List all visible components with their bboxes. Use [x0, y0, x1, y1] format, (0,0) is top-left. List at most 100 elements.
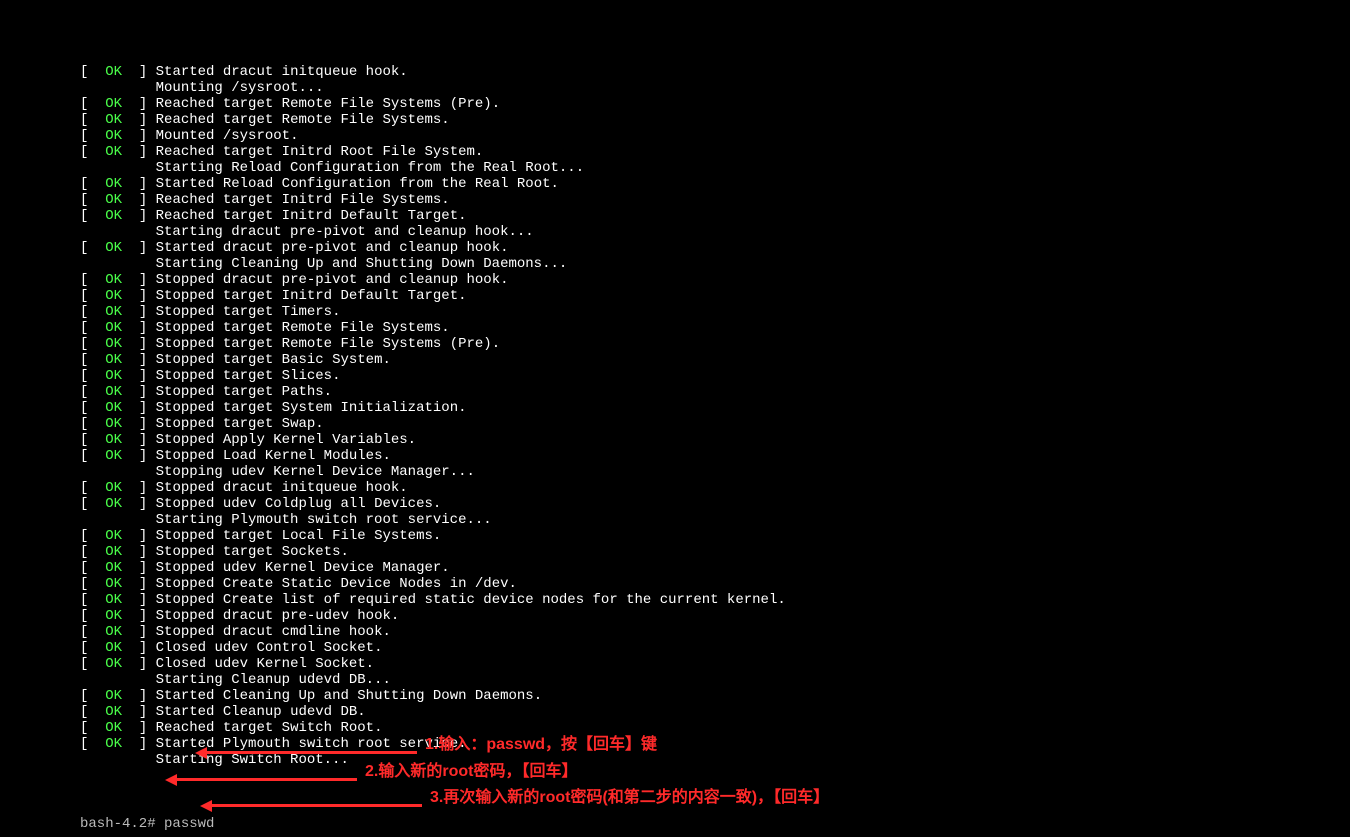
boot-message: Stopped target Swap. [156, 416, 324, 432]
boot-message: Stopped target System Initialization. [156, 400, 467, 416]
ok-status: OK [105, 208, 122, 224]
boot-message: Started dracut initqueue hook. [156, 64, 408, 80]
boot-message: Starting Cleaning Up and Shutting Down D… [156, 256, 568, 272]
boot-message: Stopped target Remote File Systems (Pre)… [156, 336, 500, 352]
boot-message: Stopped Load Kernel Modules. [156, 448, 391, 464]
ok-status: OK [105, 592, 122, 608]
ok-status: OK [105, 416, 122, 432]
ok-status: OK [105, 704, 122, 720]
boot-message: Stopped Create list of required static d… [156, 592, 786, 608]
boot-line: Starting Plymouth switch root service... [80, 512, 1350, 528]
shell-command: passwd [164, 816, 214, 832]
boot-line: [ OK ] Stopped dracut pre-udev hook. [80, 608, 1350, 624]
ok-status: OK [105, 656, 122, 672]
boot-message: Stopped Create Static Device Nodes in /d… [156, 576, 517, 592]
boot-message: Stopped target Initrd Default Target. [156, 288, 467, 304]
boot-message: Reached target Initrd Root File System. [156, 144, 484, 160]
ok-status: OK [105, 240, 122, 256]
boot-line: Mounting /sysroot... [80, 80, 1350, 96]
ok-status: OK [105, 288, 122, 304]
boot-message: Stopped target Basic System. [156, 352, 391, 368]
ok-status: OK [105, 624, 122, 640]
boot-line: [ OK ] Stopped target Local File Systems… [80, 528, 1350, 544]
boot-line: Starting Reload Configuration from the R… [80, 160, 1350, 176]
boot-line: [ OK ] Started dracut initqueue hook. [80, 64, 1350, 80]
ok-status: OK [105, 528, 122, 544]
ok-status: OK [105, 400, 122, 416]
boot-message: Starting dracut pre-pivot and cleanup ho… [156, 224, 534, 240]
boot-message: Starting Cleanup udevd DB... [156, 672, 391, 688]
ok-status: OK [105, 384, 122, 400]
ok-status: OK [105, 480, 122, 496]
ok-status: OK [105, 720, 122, 736]
boot-message: Starting Reload Configuration from the R… [156, 160, 584, 176]
boot-line: [ OK ] Started Cleaning Up and Shutting … [80, 688, 1350, 704]
boot-message: Closed udev Kernel Socket. [156, 656, 374, 672]
boot-line: [ OK ] Stopped udev Coldplug all Devices… [80, 496, 1350, 512]
boot-message: Reached target Initrd Default Target. [156, 208, 467, 224]
boot-line: Starting Cleaning Up and Shutting Down D… [80, 256, 1350, 272]
boot-message: Starting Plymouth switch root service... [156, 512, 492, 528]
boot-message: Stopped dracut initqueue hook. [156, 480, 408, 496]
boot-line: [ OK ] Stopped Load Kernel Modules. [80, 448, 1350, 464]
boot-line: [ OK ] Stopped target Remote File System… [80, 336, 1350, 352]
shell-ps1: bash-4.2# [80, 816, 156, 832]
boot-line: Starting Switch Root... [80, 752, 1350, 768]
ok-status: OK [105, 608, 122, 624]
boot-line: [ OK ] Stopped dracut cmdline hook. [80, 624, 1350, 640]
ok-status: OK [105, 144, 122, 160]
boot-message: Started Cleanup udevd DB. [156, 704, 366, 720]
boot-line: [ OK ] Stopped Apply Kernel Variables. [80, 432, 1350, 448]
boot-message: Stopped target Slices. [156, 368, 341, 384]
boot-message: Started Reload Configuration from the Re… [156, 176, 559, 192]
boot-line: [ OK ] Stopped target Remote File System… [80, 320, 1350, 336]
ok-status: OK [105, 352, 122, 368]
boot-line: [ OK ] Started Cleanup udevd DB. [80, 704, 1350, 720]
boot-line: [ OK ] Stopped target Timers. [80, 304, 1350, 320]
boot-message: Stopped dracut pre-pivot and cleanup hoo… [156, 272, 509, 288]
boot-message: Mounting /sysroot... [156, 80, 324, 96]
ok-status: OK [105, 432, 122, 448]
ok-status: OK [105, 272, 122, 288]
boot-line: Starting dracut pre-pivot and cleanup ho… [80, 224, 1350, 240]
boot-line: [ OK ] Started Plymouth switch root serv… [80, 736, 1350, 752]
boot-line: [ OK ] Stopped target Initrd Default Tar… [80, 288, 1350, 304]
ok-status: OK [105, 560, 122, 576]
ok-status: OK [105, 576, 122, 592]
boot-line: [ OK ] Stopped target Basic System. [80, 352, 1350, 368]
boot-message: Starting Switch Root... [156, 752, 349, 768]
boot-message: Started Plymouth switch root service. [156, 736, 467, 752]
ok-status: OK [105, 688, 122, 704]
boot-message: Started Cleaning Up and Shutting Down Da… [156, 688, 542, 704]
boot-line: [ OK ] Stopped target Paths. [80, 384, 1350, 400]
boot-message: Mounted /sysroot. [156, 128, 299, 144]
boot-message: Stopping udev Kernel Device Manager... [156, 464, 475, 480]
ok-status: OK [105, 640, 122, 656]
ok-status: OK [105, 496, 122, 512]
boot-message: Reached target Remote File Systems (Pre)… [156, 96, 500, 112]
boot-line: [ OK ] Reached target Remote File System… [80, 112, 1350, 128]
ok-status: OK [105, 96, 122, 112]
boot-message: Stopped udev Kernel Device Manager. [156, 560, 450, 576]
ok-status: OK [105, 304, 122, 320]
boot-line: [ OK ] Reached target Switch Root. [80, 720, 1350, 736]
ok-status: OK [105, 448, 122, 464]
boot-line: [ OK ] Reached target Initrd Root File S… [80, 144, 1350, 160]
arrow-icon [165, 774, 177, 786]
boot-message: Stopped target Remote File Systems. [156, 320, 450, 336]
boot-line: [ OK ] Stopped target Sockets. [80, 544, 1350, 560]
boot-line: [ OK ] Reached target Initrd Default Tar… [80, 208, 1350, 224]
ok-status: OK [105, 336, 122, 352]
boot-line: [ OK ] Stopped Create Static Device Node… [80, 576, 1350, 592]
boot-line: [ OK ] Closed udev Control Socket. [80, 640, 1350, 656]
boot-line: [ OK ] Started dracut pre-pivot and clea… [80, 240, 1350, 256]
ok-status: OK [105, 544, 122, 560]
ok-status: OK [105, 368, 122, 384]
ok-status: OK [105, 320, 122, 336]
boot-message: Stopped target Sockets. [156, 544, 349, 560]
annotation-text: 3.再次输入新的root密码(和第二步的内容一致)，【回车】 [430, 790, 829, 806]
boot-line: Stopping udev Kernel Device Manager... [80, 464, 1350, 480]
shell-prompt-line[interactable]: bash-4.2# passwd [80, 816, 1350, 832]
terminal[interactable]: [ OK ] Started dracut initqueue hook. Mo… [0, 0, 1350, 837]
ok-status: OK [105, 112, 122, 128]
